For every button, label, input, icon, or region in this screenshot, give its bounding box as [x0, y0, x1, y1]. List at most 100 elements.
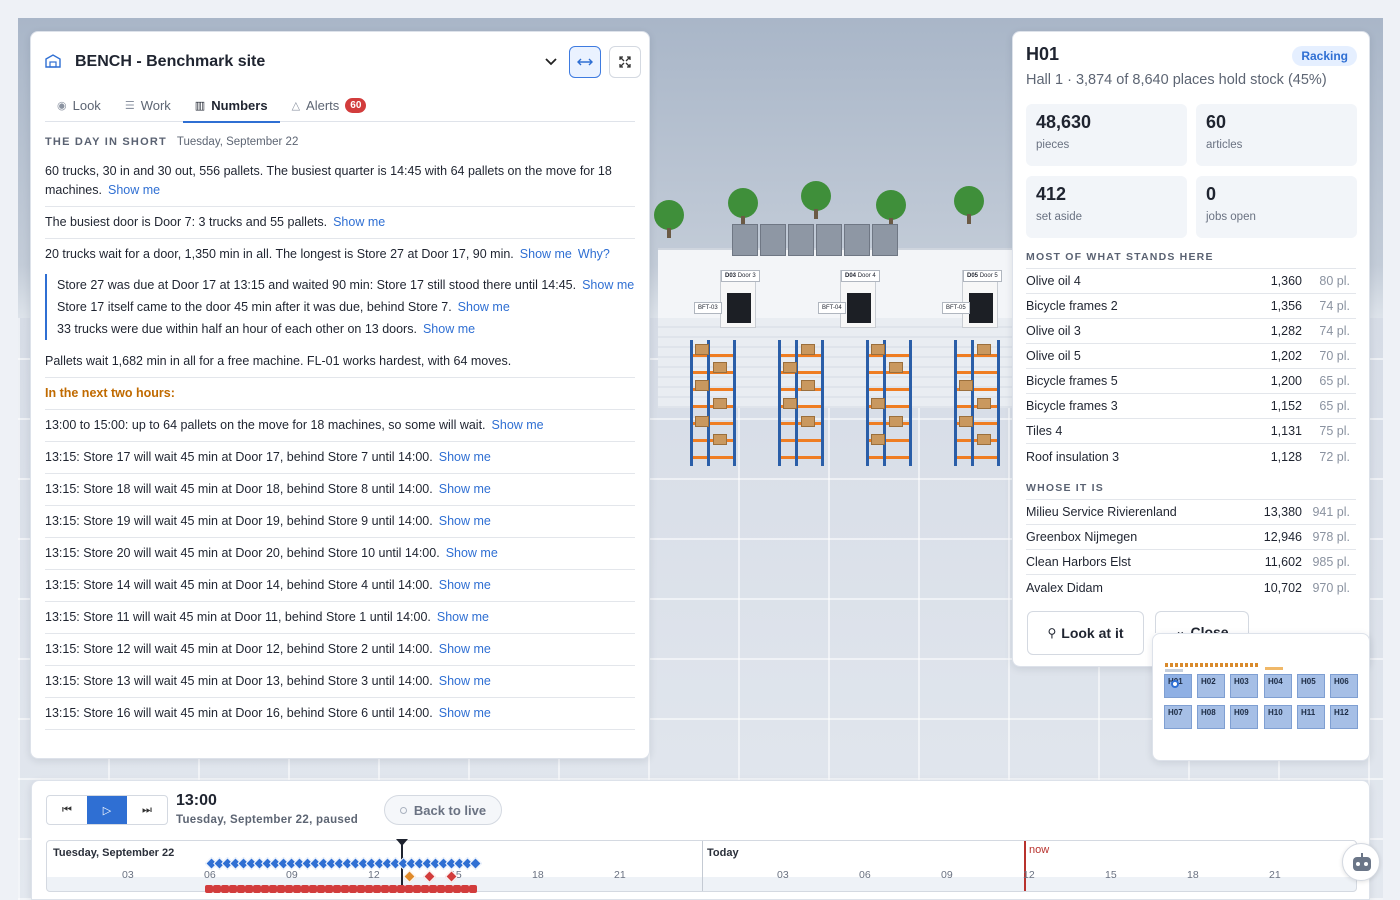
- show-me-link[interactable]: Show me: [439, 450, 491, 464]
- departure-marker[interactable]: [397, 885, 405, 893]
- racking[interactable]: [778, 340, 824, 466]
- hall-tile-h06[interactable]: H06: [1330, 674, 1358, 698]
- truck-arrival-marker[interactable]: [469, 857, 482, 870]
- skip-forward-button[interactable]: ⏭: [127, 796, 167, 824]
- hall-tile-h12[interactable]: H12: [1330, 705, 1358, 729]
- departure-marker[interactable]: [373, 885, 381, 893]
- hall-tile-h02[interactable]: H02: [1197, 674, 1225, 698]
- departure-marker[interactable]: [341, 885, 349, 893]
- table-row[interactable]: Bicycle frames 3 1,152 65 pl.: [1026, 394, 1356, 419]
- show-me-link[interactable]: Show me: [446, 546, 498, 560]
- show-me-link[interactable]: Show me: [439, 514, 491, 528]
- timeline-track[interactable]: Tuesday, September 22 Today now 03 06 09…: [46, 839, 1357, 893]
- departure-marker[interactable]: [453, 885, 461, 893]
- tab-work[interactable]: ☰ Work: [113, 88, 183, 122]
- expand-button[interactable]: [609, 46, 641, 78]
- departure-marker[interactable]: [469, 885, 477, 893]
- departure-marker[interactable]: [301, 885, 309, 893]
- hall-tile-h10[interactable]: H10: [1264, 705, 1292, 729]
- departure-marker[interactable]: [461, 885, 469, 893]
- hall-tile-h03[interactable]: H03: [1230, 674, 1258, 698]
- look-at-it-button[interactable]: ⚲ Look at it: [1027, 611, 1144, 655]
- truck-alert-marker[interactable]: [403, 870, 416, 883]
- racking[interactable]: [866, 340, 912, 466]
- show-me-link[interactable]: Show me: [458, 300, 510, 314]
- site-dropdown-chevron-icon[interactable]: [545, 55, 557, 69]
- departure-marker[interactable]: [365, 885, 373, 893]
- close-button[interactable]: ⌄ Close: [1155, 611, 1249, 633]
- departure-marker[interactable]: [333, 885, 341, 893]
- departure-marker[interactable]: [261, 885, 269, 893]
- hall-tile-h11[interactable]: H11: [1297, 705, 1325, 729]
- departure-marker[interactable]: [293, 885, 301, 893]
- departure-marker[interactable]: [405, 885, 413, 893]
- show-me-link[interactable]: Show me: [108, 183, 160, 197]
- table-row[interactable]: Tiles 4 1,131 75 pl.: [1026, 419, 1356, 444]
- departure-marker[interactable]: [213, 885, 221, 893]
- assistant-bot-button[interactable]: [1342, 843, 1380, 881]
- departure-marker[interactable]: [309, 885, 317, 893]
- table-row[interactable]: Bicycle frames 2 1,356 74 pl.: [1026, 294, 1356, 319]
- departure-marker[interactable]: [437, 885, 445, 893]
- departure-marker[interactable]: [253, 885, 261, 893]
- departure-marker[interactable]: [245, 885, 253, 893]
- playhead-handle-icon[interactable]: [396, 839, 408, 846]
- departure-marker[interactable]: [325, 885, 333, 893]
- departure-marker[interactable]: [413, 885, 421, 893]
- truck-alert-marker[interactable]: [423, 870, 436, 883]
- skip-back-button[interactable]: ⏮: [47, 796, 87, 824]
- departure-marker[interactable]: [237, 885, 245, 893]
- show-me-link[interactable]: Show me: [582, 278, 634, 292]
- table-row[interactable]: Olive oil 4 1,360 80 pl.: [1026, 269, 1356, 294]
- table-row[interactable]: Avalex Didam 10,702 970 pl.: [1026, 575, 1356, 600]
- pallet-count: 72 pl.: [1319, 449, 1350, 464]
- show-me-link[interactable]: Show me: [333, 215, 385, 229]
- table-row[interactable]: Roof insulation 3 1,128 72 pl.: [1026, 444, 1356, 469]
- table-row[interactable]: Greenbox Nijmegen 12,946 978 pl.: [1026, 525, 1356, 550]
- hall-tile-h08[interactable]: H08: [1197, 705, 1225, 729]
- departure-marker[interactable]: [389, 885, 397, 893]
- show-me-link[interactable]: Show me: [439, 706, 491, 720]
- show-me-link[interactable]: Show me: [437, 610, 489, 624]
- hall-tile-h07[interactable]: H07: [1164, 705, 1192, 729]
- departure-marker[interactable]: [317, 885, 325, 893]
- departure-marker[interactable]: [285, 885, 293, 893]
- departure-marker[interactable]: [269, 885, 277, 893]
- show-me-link[interactable]: Show me: [439, 482, 491, 496]
- tab-look[interactable]: ◉ Look: [45, 88, 113, 122]
- show-me-link[interactable]: Show me: [439, 674, 491, 688]
- departure-marker[interactable]: [221, 885, 229, 893]
- departure-marker[interactable]: [229, 885, 237, 893]
- departure-marker[interactable]: [205, 885, 213, 893]
- table-row[interactable]: Clean Harbors Elst 11,602 985 pl.: [1026, 550, 1356, 575]
- departure-marker[interactable]: [421, 885, 429, 893]
- show-me-link[interactable]: Show me: [520, 247, 572, 261]
- table-row[interactable]: Milieu Service Rivierenland 13,380 941 pl.: [1026, 500, 1356, 525]
- racking[interactable]: [690, 340, 736, 466]
- table-row[interactable]: Olive oil 3 1,282 74 pl.: [1026, 319, 1356, 344]
- table-row[interactable]: Bicycle frames 5 1,200 65 pl.: [1026, 369, 1356, 394]
- departure-marker[interactable]: [357, 885, 365, 893]
- swap-width-button[interactable]: [569, 46, 601, 78]
- table-row[interactable]: Olive oil 5 1,202 70 pl.: [1026, 344, 1356, 369]
- hall-tile-h04[interactable]: H04: [1264, 674, 1292, 698]
- show-me-link[interactable]: Show me: [423, 322, 475, 336]
- departure-marker[interactable]: [277, 885, 285, 893]
- racking[interactable]: [954, 340, 1000, 466]
- hall-minimap[interactable]: H01 H02 H03 H04 H05 H06 H07 H08 H09 H10 …: [1152, 633, 1370, 761]
- show-me-link[interactable]: Show me: [439, 642, 491, 656]
- hall-tile-h05[interactable]: H05: [1297, 674, 1325, 698]
- show-me-link[interactable]: Show me: [492, 418, 544, 432]
- departure-marker[interactable]: [429, 885, 437, 893]
- show-me-link[interactable]: Show me: [439, 578, 491, 592]
- departure-marker[interactable]: [381, 885, 389, 893]
- why-link[interactable]: Why?: [578, 247, 610, 261]
- tab-alerts[interactable]: △ Alerts 60: [280, 88, 379, 122]
- hall-tile-h09[interactable]: H09: [1230, 705, 1258, 729]
- departure-marker[interactable]: [445, 885, 453, 893]
- departure-marker[interactable]: [349, 885, 357, 893]
- back-to-live-button[interactable]: Back to live: [384, 795, 502, 825]
- tab-numbers[interactable]: ▥ Numbers: [182, 88, 280, 123]
- play-button[interactable]: ▷: [87, 796, 127, 824]
- article-name: Bicycle frames 5: [1026, 374, 1118, 388]
